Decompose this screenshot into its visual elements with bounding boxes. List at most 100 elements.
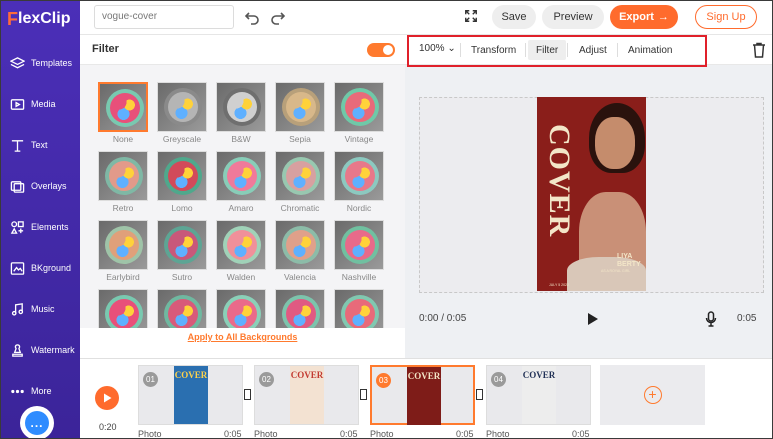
- clip-thumbnail: COVER: [174, 366, 208, 424]
- filter-option[interactable]: Sepia: [274, 82, 326, 144]
- filter-preview-candy: [286, 230, 316, 260]
- filter-panel: Filter None Greyscale B&W Sepia Vintage Retro…: [80, 35, 405, 358]
- poster-name: LIYA BERTY: [617, 253, 641, 269]
- watermark-icon: [9, 342, 25, 358]
- transition-icon[interactable]: [244, 389, 251, 400]
- chat-support-button[interactable]: ...: [20, 406, 54, 438]
- sidebar-item-watermark[interactable]: Watermark: [1, 330, 80, 370]
- add-clip-button[interactable]: +: [600, 365, 705, 425]
- cover-poster-image[interactable]: COVER LIYA BERTY AS A ROYAL GIRL JULY 5 2…: [537, 97, 646, 291]
- filter-thumbnail: [334, 289, 384, 328]
- filter-thumbnail: [216, 82, 266, 132]
- poster-name-line1: LIYA: [617, 253, 633, 260]
- sidebar-item-music[interactable]: Music: [1, 289, 80, 329]
- filter-option[interactable]: Earlybird: [97, 220, 149, 282]
- filter-option[interactable]: Retro: [97, 151, 149, 213]
- filter-option[interactable]: Sutro: [156, 220, 208, 282]
- filter-option[interactable]: [97, 289, 149, 328]
- filter-preview-candy: [227, 161, 257, 191]
- redo-icon[interactable]: [270, 9, 286, 25]
- timeline-clip[interactable]: 03 COVER: [370, 365, 475, 425]
- clip-duration-label: 0:05: [224, 429, 242, 439]
- filter-preview-candy: [286, 92, 316, 122]
- undo-icon[interactable]: [244, 9, 260, 25]
- filter-preview-candy: [345, 230, 375, 260]
- filter-preview-candy: [109, 161, 139, 191]
- trash-icon[interactable]: [752, 42, 766, 58]
- sidebar-item-overlays[interactable]: Overlays: [1, 166, 80, 206]
- filter-preview-candy: [168, 161, 198, 191]
- filter-option[interactable]: None: [97, 82, 149, 144]
- timeline-play-button[interactable]: [95, 386, 119, 410]
- toolbar-highlight-box: [407, 35, 707, 67]
- filter-label: Nordic: [346, 203, 372, 213]
- sidebar-item-background[interactable]: BKground: [1, 248, 80, 288]
- filter-option[interactable]: [274, 289, 326, 328]
- filter-thumbnail: [334, 82, 384, 132]
- media-folder-icon: [9, 96, 25, 112]
- sidebar-item-label: Text: [31, 140, 48, 150]
- sidebar-item-templates[interactable]: Templates: [1, 43, 80, 83]
- filter-thumbnail: [157, 220, 207, 270]
- export-button[interactable]: Export →: [610, 5, 678, 29]
- filter-label: Chromatic: [280, 203, 320, 213]
- clip-duration-label: 0:05: [456, 429, 474, 439]
- clip-number: 04: [491, 372, 506, 387]
- filter-thumbnail: [157, 289, 207, 328]
- timeline-clip[interactable]: 04 COVER: [486, 365, 591, 425]
- filter-option[interactable]: [215, 289, 267, 328]
- filter-option[interactable]: Greyscale: [156, 82, 208, 144]
- sidebar-item-text[interactable]: Text: [1, 125, 80, 165]
- sidebar-item-media[interactable]: Media: [1, 84, 80, 124]
- filter-option[interactable]: [333, 289, 385, 328]
- poster-face: [595, 117, 635, 169]
- filter-option[interactable]: Nashville: [333, 220, 385, 282]
- filter-thumbnail: [216, 151, 266, 201]
- save-button[interactable]: Save: [492, 5, 536, 29]
- poster-tagline: AS A ROYAL GIRL: [601, 269, 631, 273]
- play-icon[interactable]: [587, 312, 599, 326]
- filter-thumbnail: [98, 82, 148, 132]
- preview-button[interactable]: Preview: [542, 5, 604, 29]
- filter-option[interactable]: Lomo: [156, 151, 208, 213]
- flexclip-logo[interactable]: FlexClip: [7, 9, 70, 29]
- background-icon: [9, 260, 25, 276]
- sidebar-item-elements[interactable]: Elements: [1, 207, 80, 247]
- filter-thumbnail: [275, 151, 325, 201]
- filter-thumbnail: [275, 220, 325, 270]
- filter-option[interactable]: Amaro: [215, 151, 267, 213]
- clip-type-label: Photo: [138, 429, 162, 439]
- clip-thumbnail-word: COVER: [522, 370, 556, 380]
- sidebar-item-more[interactable]: More: [1, 371, 80, 411]
- sidebar-item-label: Elements: [31, 222, 69, 232]
- filter-thumbnail: [334, 151, 384, 201]
- sidebar-item-label: Music: [31, 304, 55, 314]
- fullscreen-icon[interactable]: [464, 9, 480, 25]
- timeline-clip[interactable]: 02 COVER: [254, 365, 359, 425]
- filter-label: B&W: [231, 134, 251, 144]
- timeline: 0:20 01 COVER Photo 0:05 02 COVER Photo 0:05 03 C…: [80, 358, 772, 439]
- filter-option[interactable]: Walden: [215, 220, 267, 282]
- filter-option[interactable]: Vintage: [333, 82, 385, 144]
- project-name-input[interactable]: vogue-cover: [94, 5, 234, 29]
- sidebar-item-label: Overlays: [31, 181, 67, 191]
- player-controls: 0:00 / 0:05 0:05: [405, 305, 772, 335]
- sign-up-button[interactable]: Sign Up: [695, 5, 757, 29]
- filter-option[interactable]: Valencia: [274, 220, 326, 282]
- logo-text: lexClip: [18, 10, 71, 27]
- filter-option[interactable]: B&W: [215, 82, 267, 144]
- filter-toggle[interactable]: [367, 43, 395, 57]
- transition-icon[interactable]: [476, 389, 483, 400]
- filter-option[interactable]: Chromatic: [274, 151, 326, 213]
- apply-to-all-link[interactable]: Apply to All Backgrounds: [80, 332, 405, 342]
- filter-label: Walden: [226, 272, 256, 282]
- poster-cover-word: COVER: [543, 124, 576, 238]
- timeline-clip[interactable]: 01 COVER: [138, 365, 243, 425]
- filter-option[interactable]: Nordic: [333, 151, 385, 213]
- transition-icon[interactable]: [360, 389, 367, 400]
- clip-thumbnail-word: COVER: [174, 370, 208, 380]
- play-icon: [103, 393, 111, 403]
- microphone-icon[interactable]: [705, 311, 717, 327]
- filter-option[interactable]: [156, 289, 208, 328]
- clip-duration-label: 0:05: [340, 429, 358, 439]
